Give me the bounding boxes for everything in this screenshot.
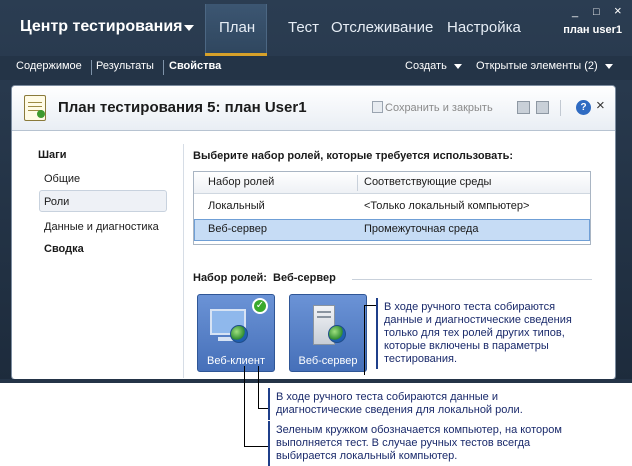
step-data-diagnostics[interactable]: Данные и диагностика bbox=[40, 216, 168, 238]
chevron-down-icon bbox=[604, 63, 613, 69]
tile-label: Веб-клиент bbox=[206, 355, 266, 367]
callout-connector bbox=[364, 305, 365, 375]
top-navigation-bar: Центр тестирования План Тест Отслеживани… bbox=[0, 0, 632, 56]
maximize-icon[interactable]: □ bbox=[593, 6, 600, 18]
column-environments[interactable]: Соответствующие среды bbox=[364, 176, 491, 188]
callout-local-role: В ходе ручного теста собираются данные и… bbox=[268, 388, 568, 420]
chevron-down-icon bbox=[453, 63, 462, 69]
role-tile-web-server[interactable]: Веб-сервер bbox=[289, 294, 367, 372]
role-set-value: Веб-сервер bbox=[273, 272, 336, 284]
callout-connector bbox=[244, 446, 268, 447]
header-divider bbox=[560, 100, 561, 116]
local-computer-check-icon: ✓ bbox=[252, 298, 268, 314]
callout-connector bbox=[258, 366, 259, 408]
open-items-label: Открытые элементы (2) bbox=[476, 60, 598, 72]
step-summary[interactable]: Сводка bbox=[40, 238, 168, 260]
row-role: Локальный bbox=[208, 200, 265, 212]
subnav-divider bbox=[163, 60, 164, 75]
save-close-button[interactable]: Сохранить и закрыть bbox=[385, 102, 493, 114]
selected-role-set: Набор ролей: Веб-сервер bbox=[193, 272, 336, 284]
table-row-selected[interactable]: Веб-сервер Промежуточная среда bbox=[194, 219, 590, 241]
role-set-label: Набор ролей: bbox=[193, 272, 267, 284]
step-general[interactable]: Общие bbox=[40, 168, 168, 190]
sub-navigation: Содержимое Результаты Свойства Создать О… bbox=[0, 56, 632, 80]
tab-tracking[interactable]: Отслеживание bbox=[331, 19, 433, 36]
panel-header: План тестирования 5: план User1 Сохранит… bbox=[12, 86, 615, 131]
row-role: Веб-сервер bbox=[208, 223, 267, 235]
step-roles[interactable]: Роли bbox=[39, 190, 167, 212]
column-divider bbox=[357, 175, 358, 191]
section-divider bbox=[352, 279, 592, 280]
test-plan-icon bbox=[24, 95, 46, 121]
save-icon[interactable] bbox=[517, 101, 530, 114]
open-items-menu[interactable]: Открытые элементы (2) bbox=[476, 60, 613, 72]
close-icon[interactable]: × bbox=[596, 97, 605, 114]
tile-label: Веб-сервер bbox=[298, 355, 358, 367]
app-title[interactable]: Центр тестирования bbox=[20, 18, 183, 36]
refresh-icon[interactable] bbox=[536, 101, 549, 114]
column-role-set[interactable]: Набор ролей bbox=[208, 176, 274, 188]
callout-connector bbox=[364, 305, 376, 306]
subnav-divider bbox=[91, 60, 92, 75]
tab-settings[interactable]: Настройка bbox=[447, 19, 521, 36]
callout-other-roles: В ходе ручного теста собираются данные и… bbox=[376, 298, 586, 369]
subnav-results[interactable]: Результаты bbox=[96, 60, 154, 72]
create-menu[interactable]: Создать bbox=[405, 60, 462, 72]
minimize-icon[interactable]: _ bbox=[572, 6, 578, 18]
globe-icon bbox=[230, 325, 248, 343]
table-header: Набор ролей Соответствующие среды bbox=[194, 172, 590, 194]
save-close-icon bbox=[372, 101, 383, 113]
roles-prompt: Выберите набор ролей, которые требуется … bbox=[193, 150, 514, 162]
callout-connector bbox=[258, 408, 268, 409]
tab-test[interactable]: Тест bbox=[288, 19, 319, 36]
close-app-icon[interactable]: × bbox=[614, 3, 622, 18]
role-tile-web-client[interactable]: ✓ Веб-клиент bbox=[197, 294, 275, 372]
globe-icon bbox=[328, 325, 346, 343]
user-name: план user1 bbox=[563, 24, 622, 36]
panel-title: План тестирования 5: план User1 bbox=[58, 99, 307, 116]
steps-title: Шаги bbox=[38, 149, 67, 161]
row-environment: Промежуточная среда bbox=[364, 223, 479, 235]
role-sets-table: Набор ролей Соответствующие среды Локаль… bbox=[193, 171, 591, 245]
subnav-contents[interactable]: Содержимое bbox=[16, 60, 82, 72]
chevron-down-icon[interactable] bbox=[184, 25, 194, 31]
row-environment: <Только локальный компьютер> bbox=[364, 200, 530, 212]
subnav-properties[interactable]: Свойства bbox=[169, 60, 221, 72]
table-row[interactable]: Локальный <Только локальный компьютер> bbox=[194, 196, 590, 218]
callout-connector bbox=[244, 366, 245, 446]
create-label: Создать bbox=[405, 60, 447, 72]
callout-green-circle: Зеленым кружком обозначается компьютер, … bbox=[268, 421, 598, 466]
tab-plan[interactable]: План bbox=[219, 19, 255, 36]
help-icon[interactable]: ? bbox=[576, 100, 591, 115]
